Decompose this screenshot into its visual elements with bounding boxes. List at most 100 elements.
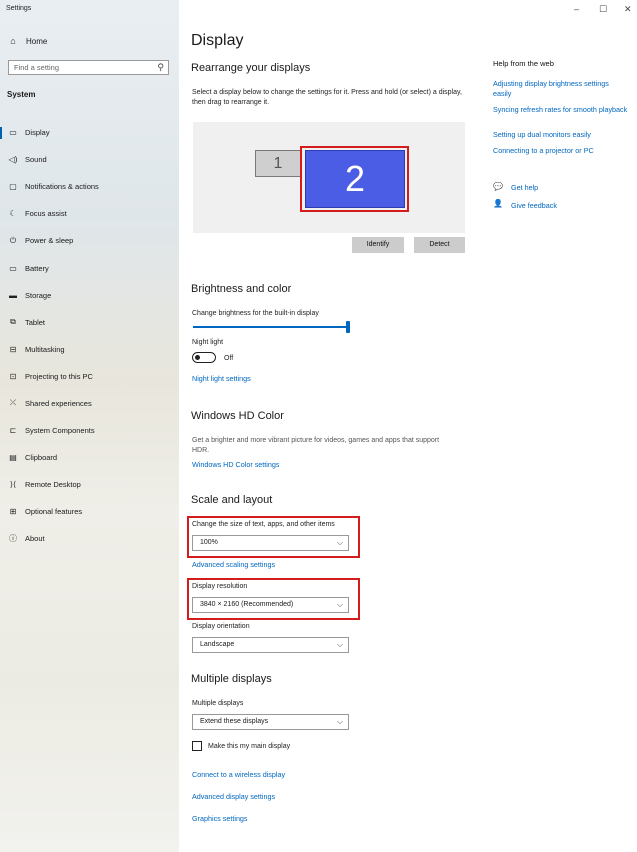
sidebar-item-battery[interactable]: ▭ Battery [0, 254, 179, 281]
night-light-settings-link[interactable]: Night light settings [192, 374, 251, 384]
sidebar-item-tablet[interactable]: ⧉ Tablet [0, 309, 179, 336]
help-title: Help from the web [493, 59, 554, 68]
sidebar-item-system-components[interactable]: ⊏ System Components [0, 417, 179, 444]
orientation-label: Display orientation [192, 623, 250, 630]
sidebar-item-label: Focus assist [25, 209, 67, 219]
night-light-label: Night light [192, 339, 224, 346]
info-icon: ⓘ [9, 534, 17, 544]
resolution-dropdown[interactable]: 3840 × 2160 (Recommended) ⌵ [192, 597, 349, 613]
detect-button[interactable]: Detect [414, 237, 465, 253]
sidebar-item-storage[interactable]: ▬ Storage [0, 282, 179, 309]
speaker-icon: ◁) [8, 155, 18, 165]
advanced-display-link[interactable]: Advanced display settings [192, 792, 275, 802]
notification-icon: ▢ [9, 182, 17, 192]
scale-heading: Scale and layout [191, 494, 273, 506]
sidebar-item-label: Projecting to this PC [25, 371, 93, 381]
page-title: Display [191, 32, 244, 49]
tablet-icon: ⧉ [10, 317, 16, 327]
sidebar-item-optional-features[interactable]: ⊞ Optional features [0, 498, 179, 525]
scale-size-dropdown[interactable]: 100% ⌵ [192, 535, 349, 551]
sidebar-item-clipboard[interactable]: ▤ Clipboard [0, 444, 179, 471]
multiple-displays-dropdown[interactable]: Extend these displays ⌵ [192, 714, 349, 730]
hdr-description: Get a brighter and more vibrant picture … [192, 437, 440, 454]
resolution-value: 3840 × 2160 (Recommended) [200, 601, 294, 608]
brightness-slider-thumb[interactable] [346, 321, 350, 333]
brightness-slider-track[interactable] [193, 326, 347, 328]
sidebar-item-label: Display [25, 128, 50, 138]
window-title: Settings [6, 5, 32, 12]
search-placeholder: Find a setting [14, 63, 60, 72]
wireless-display-link[interactable]: Connect to a wireless display [192, 770, 285, 780]
sidebar-section-title: System [7, 90, 36, 99]
help-link-brightness[interactable]: Adjusting display brightness settings ea… [493, 79, 628, 99]
components-icon: ⊏ [9, 426, 17, 436]
battery-icon: ▭ [9, 263, 17, 273]
sidebar-item-sound[interactable]: ◁) Sound [0, 146, 179, 173]
hdr-settings-link[interactable]: Windows HD Color settings [192, 460, 279, 470]
monitor-1[interactable]: 1 [255, 150, 301, 177]
sidebar-item-power-sleep[interactable]: ⏻ Power & sleep [0, 227, 179, 254]
home-icon: ⌂ [10, 36, 16, 46]
monitor-2-highlight [300, 146, 409, 212]
sidebar-item-display[interactable]: ▭ Display [0, 119, 179, 146]
scale-size-label: Change the size of text, apps, and other… [192, 521, 335, 528]
sidebar-item-label: Battery [25, 263, 49, 273]
clipboard-icon: ▤ [9, 453, 17, 463]
main-content: Display Rearrange your displays Select a… [179, 0, 637, 852]
remote-desktop-icon: ⟩⟨ [9, 480, 17, 490]
night-light-state: Off [224, 355, 234, 362]
rearrange-heading: Rearrange your displays [191, 62, 311, 74]
sidebar-item-notifications[interactable]: ▢ Notifications & actions [0, 173, 179, 200]
get-help-icon: 💬 [493, 182, 503, 191]
multitasking-icon: ⊟ [9, 344, 17, 354]
sidebar-item-label: Storage [25, 290, 52, 300]
give-feedback-link[interactable]: Give feedback [511, 201, 557, 211]
orientation-dropdown[interactable]: Landscape ⌵ [192, 637, 349, 653]
display-icon: ▭ [9, 128, 17, 138]
chevron-down-icon: ⌵ [336, 640, 343, 649]
chevron-down-icon: ⌵ [336, 600, 343, 609]
main-display-checkbox-label: Make this my main display [208, 743, 291, 750]
orientation-value: Landscape [200, 641, 235, 648]
sidebar-nav: ▭ Display ◁) Sound ▢ Notifications & action… [0, 119, 179, 553]
sidebar-item-label: Tablet [25, 317, 46, 327]
feedback-icon: 👤 [493, 199, 503, 208]
night-light-toggle[interactable] [192, 352, 216, 363]
multiple-displays-label: Multiple displays [192, 700, 244, 707]
projector-icon: ⊡ [9, 371, 17, 381]
sidebar-item-remote-desktop[interactable]: ⟩⟨ Remote Desktop [0, 471, 179, 498]
identify-button[interactable]: Identify [352, 237, 404, 253]
sidebar-item-focus-assist[interactable]: ☾ Focus assist [0, 200, 179, 227]
help-link-dual-monitors[interactable]: Setting up dual monitors easily [493, 130, 628, 140]
multiple-displays-value: Extend these displays [200, 718, 269, 725]
sidebar-item-projecting[interactable]: ⊡ Projecting to this PC [0, 363, 179, 390]
rearrange-description: Select a display below to change the set… [192, 89, 462, 106]
power-icon: ⏻ [9, 235, 17, 245]
sidebar-item-label: Notifications & actions [25, 182, 99, 192]
brightness-slider-label: Change brightness for the built-in displ… [192, 310, 319, 317]
resolution-label: Display resolution [192, 583, 248, 590]
sidebar-home-label: Home [26, 36, 48, 46]
storage-icon: ▬ [9, 290, 17, 300]
display-arrangement-area[interactable]: 1 2 [193, 122, 465, 233]
sidebar: Settings ⌂ Home Find a setting ⚲ System … [0, 0, 179, 852]
scale-size-value: 100% [200, 539, 218, 546]
sidebar-item-label: About [25, 534, 45, 544]
sidebar-item-multitasking[interactable]: ⊟ Multitasking [0, 336, 179, 363]
advanced-scaling-link[interactable]: Advanced scaling settings [192, 560, 275, 570]
sidebar-item-label: Sound [25, 155, 47, 165]
search-input[interactable]: Find a setting ⚲ [8, 60, 169, 75]
sidebar-item-about[interactable]: ⓘ About [0, 525, 179, 552]
sidebar-item-shared-experiences[interactable]: ⤫ Shared experiences [0, 390, 179, 417]
brightness-heading: Brightness and color [191, 283, 292, 295]
shared-icon: ⤫ [9, 398, 17, 408]
main-display-checkbox[interactable] [192, 741, 202, 751]
get-help-link[interactable]: Get help [511, 183, 538, 193]
graphics-settings-link[interactable]: Graphics settings [192, 814, 248, 824]
sidebar-home[interactable]: ⌂ Home [8, 36, 47, 46]
help-link-refresh[interactable]: Syncing refresh rates for smooth playbac… [493, 105, 628, 115]
help-link-projector[interactable]: Connecting to a projector or PC [493, 146, 628, 156]
sidebar-item-label: Clipboard [25, 453, 58, 463]
sidebar-item-label: Shared experiences [25, 398, 92, 408]
search-icon[interactable]: ⚲ [157, 62, 164, 73]
